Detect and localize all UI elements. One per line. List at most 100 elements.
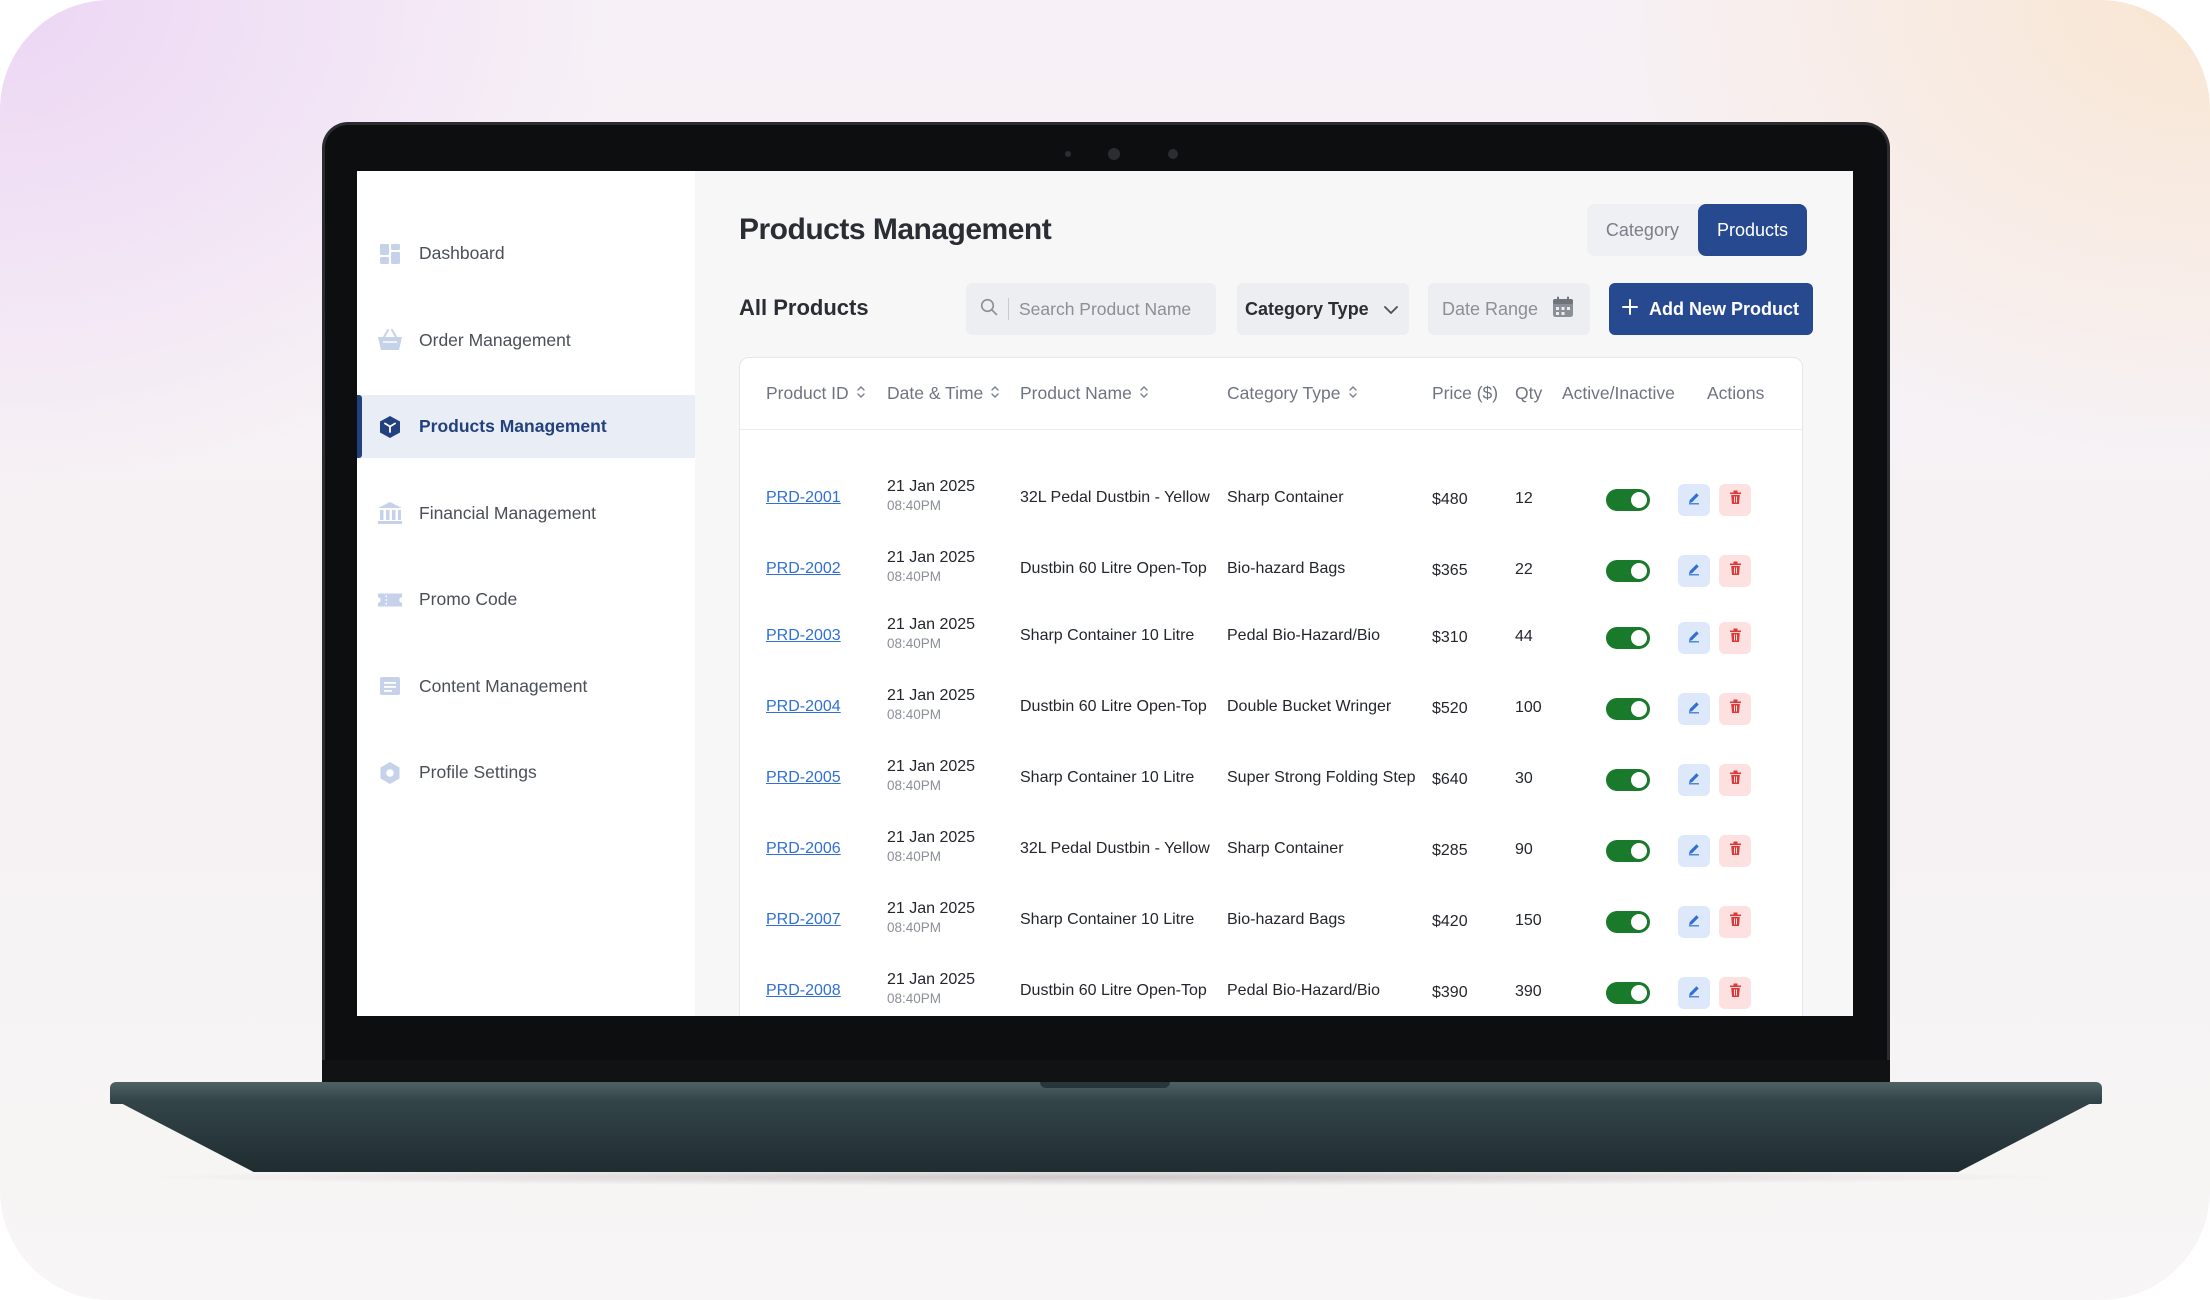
column-label: Product ID <box>766 383 849 403</box>
pencil-icon <box>1687 913 1701 932</box>
table-row: PRD-2002 21 Jan 2025 08:40PM Dustbin 60 … <box>740 533 1802 604</box>
document-icon <box>377 673 403 699</box>
column-date-time[interactable]: Date & Time <box>887 383 1000 404</box>
active-toggle[interactable] <box>1606 911 1650 933</box>
trash-icon <box>1729 912 1742 932</box>
sidebar-item-label: Order Management <box>419 329 571 350</box>
pencil-icon <box>1687 629 1701 648</box>
select-value: Category Type <box>1245 298 1369 319</box>
category-cell: Pedal Bio-Hazard/Bio <box>1227 982 1380 999</box>
date-text: 21 Jan 2025 <box>887 971 976 988</box>
chevron-down-icon <box>1383 299 1399 320</box>
product-id-link[interactable]: PRD-2007 <box>766 911 841 929</box>
add-new-product-button[interactable]: Add New Product <box>1609 283 1813 335</box>
delete-button[interactable] <box>1719 977 1751 1009</box>
tab-category[interactable]: Category <box>1587 204 1698 256</box>
date-time-cell: 21 Jan 2025 08:40PM <box>887 900 975 935</box>
date-range-label: Date Range <box>1442 298 1539 319</box>
active-toggle[interactable] <box>1606 489 1650 511</box>
table-row: PRD-2008 21 Jan 2025 08:40PM Dustbin 60 … <box>740 955 1802 1016</box>
delete-button[interactable] <box>1719 622 1751 654</box>
toggle-knob <box>1631 985 1647 1001</box>
product-id-link[interactable]: PRD-2002 <box>766 560 841 578</box>
sidebar-item-label: Content Management <box>419 675 588 696</box>
date-text: 21 Jan 2025 <box>887 687 976 704</box>
edit-button[interactable] <box>1678 555 1710 587</box>
date-time-cell: 21 Jan 2025 08:40PM <box>887 549 975 584</box>
date-text: 21 Jan 2025 <box>887 549 976 566</box>
sensor-dot <box>1168 149 1178 159</box>
product-id-link[interactable]: PRD-2005 <box>766 769 841 787</box>
plus-icon <box>1621 298 1639 321</box>
product-name-cell: Dustbin 60 Litre Open-Top <box>1020 560 1207 577</box>
product-id-link[interactable]: PRD-2008 <box>766 982 841 1000</box>
camera-icon <box>1108 148 1120 160</box>
sidebar-item-order-management[interactable]: Order Management <box>357 309 695 372</box>
edit-button[interactable] <box>1678 622 1710 654</box>
table-row: PRD-2001 21 Jan 2025 08:40PM 32L Pedal D… <box>740 462 1802 533</box>
sidebar-item-content-management[interactable]: Content Management <box>357 655 695 718</box>
date-time-cell: 21 Jan 2025 08:40PM <box>887 687 975 722</box>
product-id-link[interactable]: PRD-2004 <box>766 698 841 716</box>
price-cell: $365 <box>1432 562 1468 579</box>
delete-button[interactable] <box>1719 484 1751 516</box>
active-toggle[interactable] <box>1606 627 1650 649</box>
tab-products[interactable]: Products <box>1697 204 1807 256</box>
column-product-id[interactable]: Product ID <box>766 383 866 404</box>
price-cell: $310 <box>1432 629 1468 646</box>
date-time-cell: 21 Jan 2025 08:40PM <box>887 971 975 1006</box>
product-name-cell: Sharp Container 10 Litre <box>1020 627 1195 644</box>
active-toggle[interactable] <box>1606 840 1650 862</box>
delete-button[interactable] <box>1719 906 1751 938</box>
price-cell: $480 <box>1432 491 1468 508</box>
product-name-cell: 32L Pedal Dustbin - Yellow <box>1020 489 1210 506</box>
pencil-icon <box>1687 562 1701 581</box>
sidebar-item-dashboard[interactable]: Dashboard <box>357 222 695 285</box>
time-text: 08:40PM <box>887 569 942 584</box>
delete-button[interactable] <box>1719 764 1751 796</box>
sidebar-item-financial-management[interactable]: Financial Management <box>357 482 695 545</box>
delete-button[interactable] <box>1719 693 1751 725</box>
sidebar-item-promo-code[interactable]: Promo Code <box>357 568 695 631</box>
product-id-link[interactable]: PRD-2003 <box>766 627 841 645</box>
date-time-cell: 21 Jan 2025 08:40PM <box>887 478 975 513</box>
active-toggle[interactable] <box>1606 560 1650 582</box>
toggle-knob <box>1631 843 1647 859</box>
trash-icon <box>1729 490 1742 510</box>
date-range-picker[interactable]: Date Range <box>1428 283 1590 335</box>
delete-button[interactable] <box>1719 555 1751 587</box>
active-toggle[interactable] <box>1606 769 1650 791</box>
edit-button[interactable] <box>1678 484 1710 516</box>
sidebar-item-profile-settings[interactable]: Profile Settings <box>357 741 695 804</box>
edit-button[interactable] <box>1678 977 1710 1009</box>
delete-button[interactable] <box>1719 835 1751 867</box>
search-input[interactable]: Search Product Name <box>966 283 1216 335</box>
time-text: 08:40PM <box>887 991 942 1006</box>
trash-icon <box>1729 628 1742 648</box>
sidebar-item-label: Dashboard <box>419 243 505 263</box>
product-id-link[interactable]: PRD-2001 <box>766 489 841 507</box>
column-category-type[interactable]: Category Type <box>1227 383 1358 404</box>
date-text: 21 Jan 2025 <box>887 758 976 775</box>
search-divider <box>1008 298 1009 320</box>
date-time-cell: 21 Jan 2025 08:40PM <box>887 758 975 793</box>
active-toggle[interactable] <box>1606 698 1650 720</box>
edit-button[interactable] <box>1678 906 1710 938</box>
edit-button[interactable] <box>1678 764 1710 796</box>
sort-icon <box>856 383 866 404</box>
sensor-dot <box>1065 151 1071 157</box>
edit-button[interactable] <box>1678 693 1710 725</box>
sidebar-item-products-management[interactable]: Products Management <box>357 395 695 458</box>
add-button-label: Add New Product <box>1649 298 1800 319</box>
category-type-select[interactable]: Category Type <box>1237 283 1409 335</box>
column-product-name[interactable]: Product Name <box>1020 383 1149 404</box>
table-row: PRD-2005 21 Jan 2025 08:40PM Sharp Conta… <box>740 742 1802 813</box>
edit-button[interactable] <box>1678 835 1710 867</box>
toggle-knob <box>1631 630 1647 646</box>
toggle-knob <box>1631 772 1647 788</box>
active-toggle[interactable] <box>1606 982 1650 1004</box>
product-id-link[interactable]: PRD-2006 <box>766 840 841 858</box>
pencil-icon <box>1687 842 1701 861</box>
category-cell: Pedal Bio-Hazard/Bio <box>1227 627 1380 644</box>
category-cell: Bio-hazard Bags <box>1227 560 1346 577</box>
